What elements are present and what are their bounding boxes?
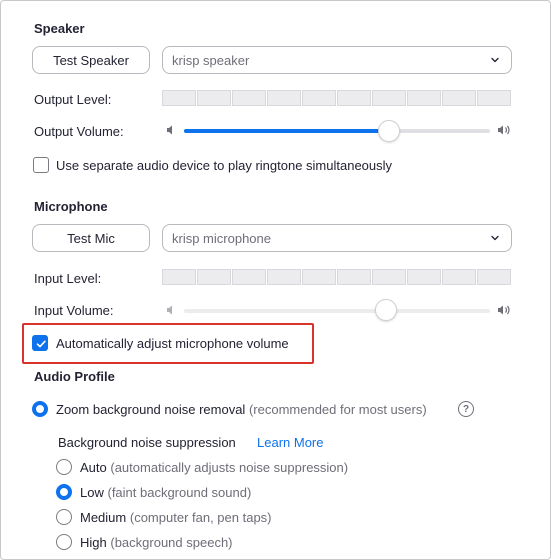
suppression-low-radio[interactable] — [56, 484, 72, 500]
separate-ringtone-checkbox[interactable] — [33, 157, 49, 173]
volume-high-icon — [498, 125, 510, 135]
suppression-low-label: Low (faint background sound) — [80, 485, 251, 500]
audio-profile-section-title: Audio Profile — [34, 369, 115, 384]
input-volume-label: Input Volume: — [34, 303, 114, 318]
suppression-medium-text: Medium — [80, 510, 127, 525]
speaker-device-value: krisp speaker — [172, 52, 250, 68]
suppression-auto-label: Auto (automatically adjusts noise suppre… — [80, 460, 348, 475]
suppression-medium-hint: (computer fan, pen taps) — [129, 510, 272, 525]
zoom-noise-removal-text: Zoom background noise removal — [56, 402, 246, 417]
suppression-high-radio[interactable] — [56, 534, 72, 550]
level-segment — [477, 269, 511, 285]
volume-high-icon — [498, 305, 510, 315]
level-segment — [302, 90, 336, 106]
help-icon[interactable]: ? — [458, 401, 474, 417]
level-segment — [337, 269, 371, 285]
level-segment — [442, 269, 476, 285]
output-volume-thumb[interactable] — [378, 120, 401, 142]
input-level-meter — [162, 269, 512, 285]
zoom-noise-removal-radio[interactable] — [32, 401, 48, 417]
level-segment — [407, 90, 441, 106]
volume-low-icon — [167, 305, 172, 315]
auto-adjust-mic-checkbox[interactable] — [32, 335, 48, 351]
learn-more-link[interactable]: Learn More — [257, 435, 323, 450]
level-segment — [267, 269, 301, 285]
suppression-high-hint: (background speech) — [110, 535, 233, 550]
suppression-auto-text: Auto — [80, 460, 107, 475]
speaker-section-title: Speaker — [34, 21, 85, 36]
separate-ringtone-label: Use separate audio device to play ringto… — [56, 158, 393, 173]
output-volume-fill — [184, 129, 390, 133]
test-speaker-button[interactable]: Test Speaker — [32, 46, 150, 74]
level-segment — [162, 269, 196, 285]
auto-adjust-mic-label: Automatically adjust microphone volume — [56, 336, 289, 351]
level-segment — [337, 90, 371, 106]
suppression-high-label: High (background speech) — [80, 535, 233, 550]
output-volume-label: Output Volume: — [34, 124, 124, 139]
level-segment — [407, 269, 441, 285]
zoom-noise-removal-label: Zoom background noise removal (recommend… — [56, 402, 427, 417]
level-segment — [302, 269, 336, 285]
suppression-auto-hint: (automatically adjusts noise suppression… — [110, 460, 349, 475]
level-segment — [372, 269, 406, 285]
microphone-device-value: krisp microphone — [172, 230, 271, 246]
zoom-noise-removal-hint: (recommended for most users) — [248, 402, 427, 417]
output-level-label: Output Level: — [34, 92, 112, 107]
input-volume-thumb[interactable] — [374, 299, 397, 321]
input-level-label: Input Level: — [34, 271, 102, 286]
output-volume-slider[interactable] — [184, 129, 490, 133]
suppression-medium-label: Medium (computer fan, pen taps) — [80, 510, 272, 525]
level-segment — [232, 90, 266, 106]
suppression-high-text: High — [80, 535, 107, 550]
microphone-section-title: Microphone — [34, 199, 108, 214]
suppression-low-hint: (faint background sound) — [107, 485, 252, 500]
suppression-low-text: Low — [80, 485, 104, 500]
input-volume-slider[interactable] — [184, 309, 490, 313]
level-segment — [477, 90, 511, 106]
noise-suppression-label: Background noise suppression — [58, 435, 236, 450]
chevron-down-icon — [491, 57, 499, 63]
microphone-device-select[interactable]: krisp microphone — [162, 224, 512, 252]
suppression-medium-radio[interactable] — [56, 509, 72, 525]
level-segment — [372, 90, 406, 106]
chevron-down-icon — [491, 235, 499, 241]
checkmark-icon — [36, 340, 46, 348]
suppression-auto-radio[interactable] — [56, 459, 72, 475]
level-segment — [197, 90, 231, 106]
level-segment — [162, 90, 196, 106]
speaker-device-select[interactable]: krisp speaker — [162, 46, 512, 74]
level-segment — [197, 269, 231, 285]
level-segment — [442, 90, 476, 106]
level-segment — [232, 269, 266, 285]
level-segment — [267, 90, 301, 106]
output-level-meter — [162, 90, 512, 106]
test-mic-button[interactable]: Test Mic — [32, 224, 150, 252]
volume-low-icon — [167, 125, 172, 135]
